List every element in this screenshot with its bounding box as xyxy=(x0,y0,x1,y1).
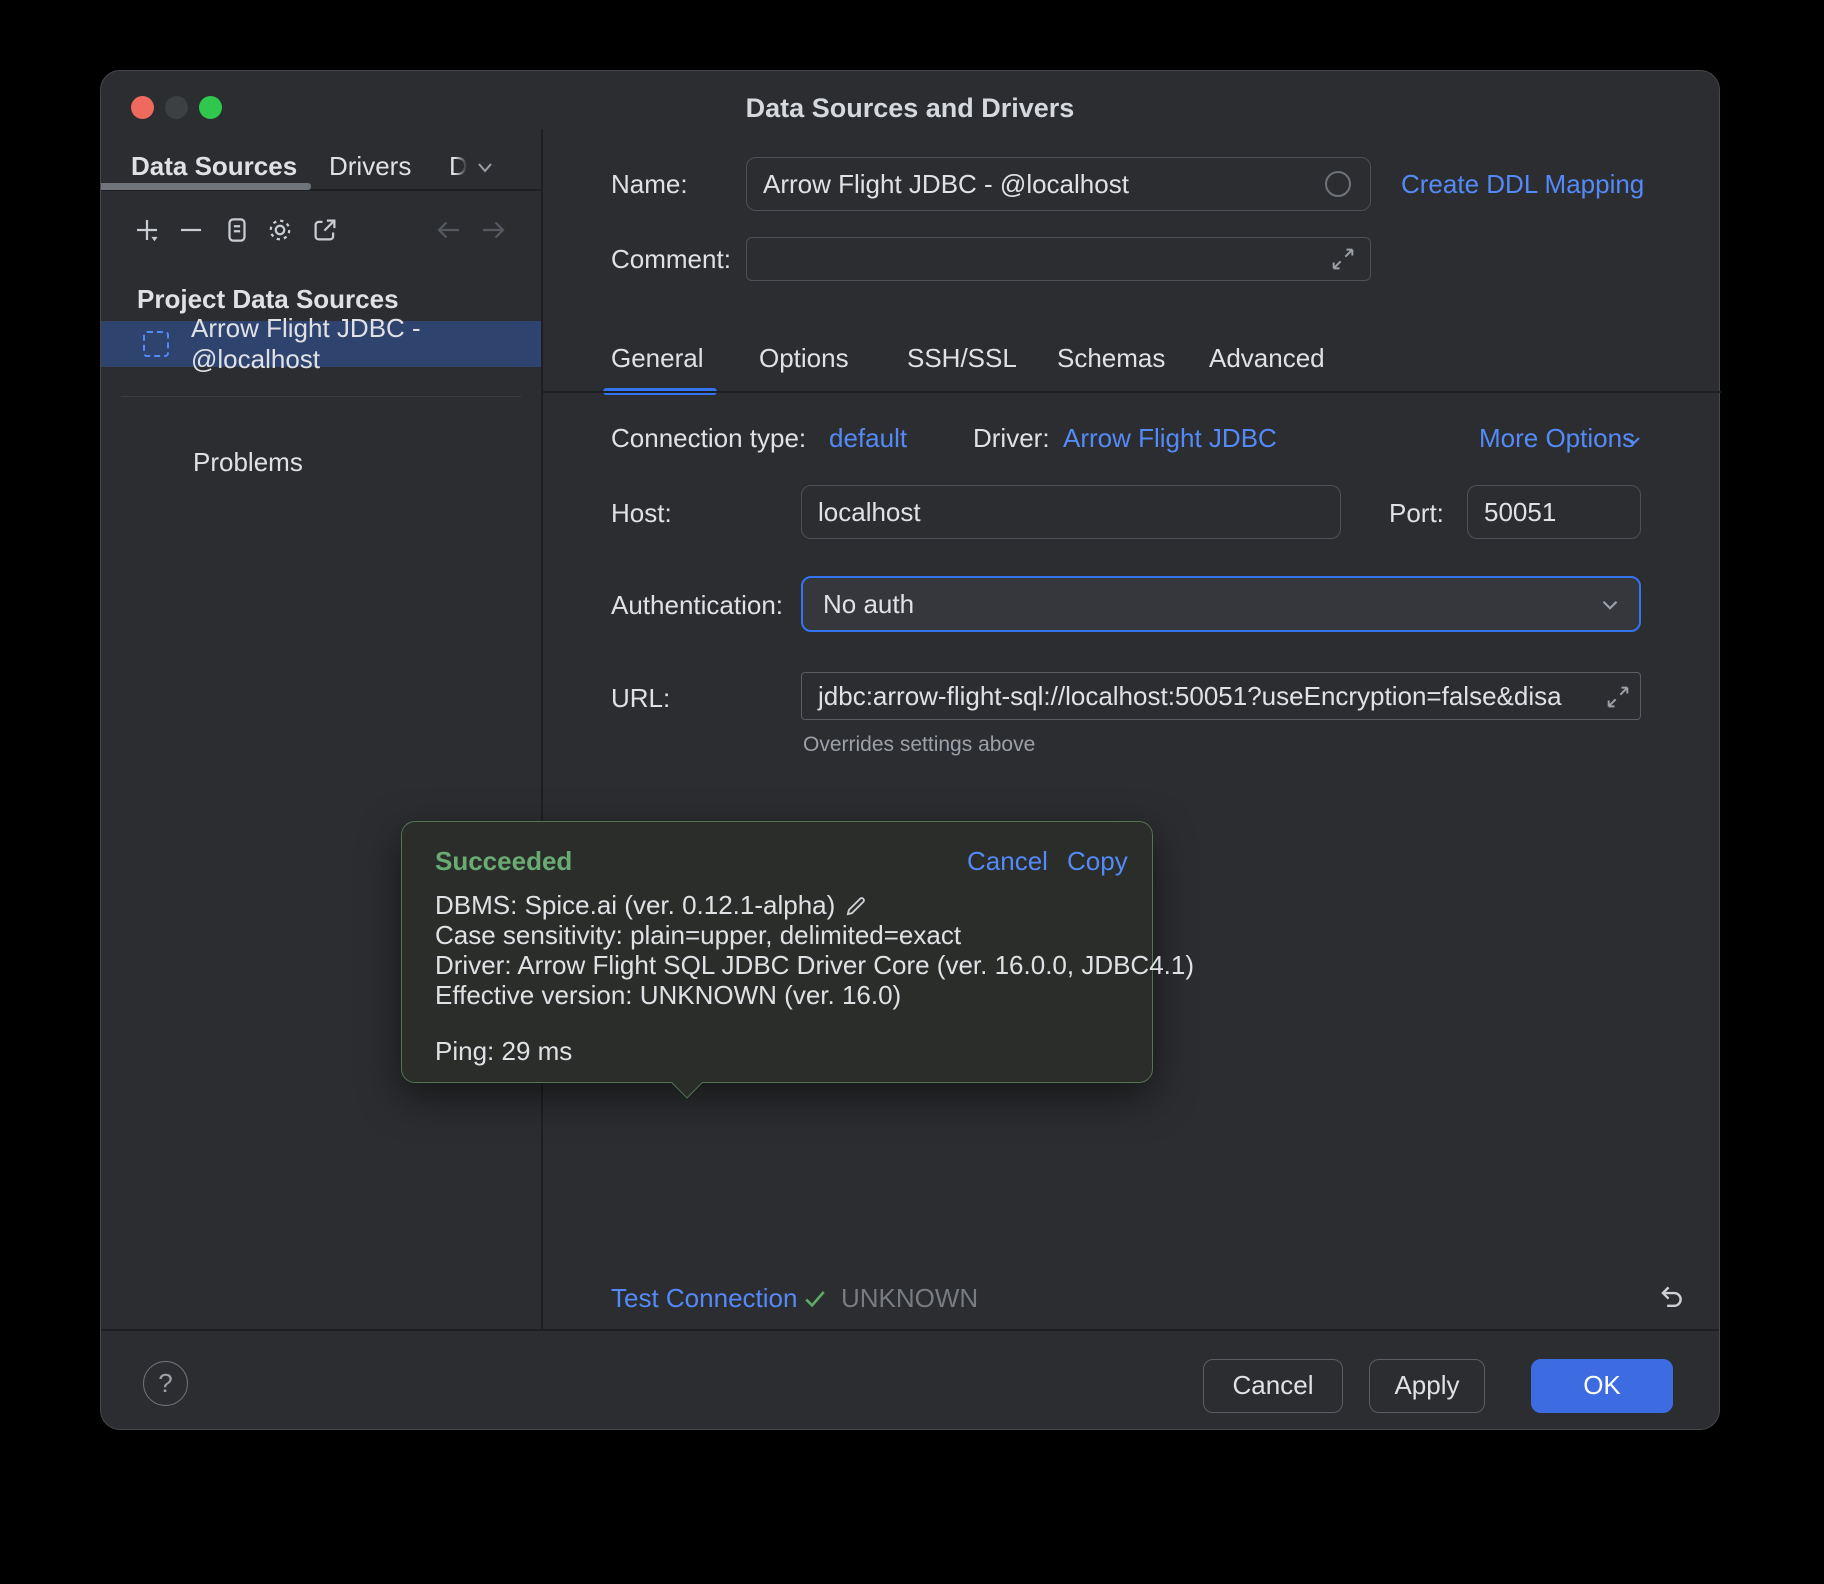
popup-cancel-link[interactable]: Cancel xyxy=(967,846,1048,877)
sidebar-section-divider xyxy=(121,396,521,397)
success-check-icon xyxy=(801,1285,829,1313)
tab-advanced[interactable]: Advanced xyxy=(1209,343,1325,374)
remove-icon[interactable] xyxy=(175,214,207,246)
tab-schemas[interactable]: Schemas xyxy=(1057,343,1165,374)
help-button[interactable]: ? xyxy=(143,1361,188,1406)
edit-pencil-icon[interactable] xyxy=(843,893,869,919)
project-data-sources-header: Project Data Sources xyxy=(137,284,399,315)
create-ddl-mapping-link[interactable]: Create DDL Mapping xyxy=(1401,169,1644,200)
comment-input[interactable] xyxy=(746,237,1371,281)
tabs-chevron-down-icon[interactable] xyxy=(473,155,497,179)
authentication-chevron-down-icon xyxy=(1597,592,1623,618)
url-expand-icon[interactable] xyxy=(1604,683,1632,711)
popup-status: Succeeded xyxy=(435,846,572,877)
footer-divider xyxy=(101,1329,1719,1331)
test-connection-popup: Succeeded Cancel Copy DBMS: Spice.ai (ve… xyxy=(401,821,1153,1083)
comment-expand-icon[interactable] xyxy=(1329,245,1357,273)
authentication-label: Authentication: xyxy=(611,590,783,621)
url-label: URL: xyxy=(611,683,670,714)
popup-ping-line: Ping: 29 ms xyxy=(435,1036,572,1067)
open-in-window-icon[interactable] xyxy=(309,214,341,246)
connection-type-label: Connection type: xyxy=(611,423,806,454)
ok-button[interactable]: OK xyxy=(1531,1359,1673,1413)
authentication-value: No auth xyxy=(823,589,914,620)
popup-notch xyxy=(671,1067,702,1098)
back-icon[interactable] xyxy=(433,214,465,246)
popup-driver-line: Driver: Arrow Flight SQL JDBC Driver Cor… xyxy=(435,950,1194,981)
dialog-window: Data Sources and Drivers Data Sources Dr… xyxy=(100,70,1720,1430)
tab-data-sources[interactable]: Data Sources xyxy=(131,151,297,182)
forward-icon[interactable] xyxy=(477,214,509,246)
popup-copy-link[interactable]: Copy xyxy=(1067,846,1128,877)
tab-general[interactable]: General xyxy=(611,343,704,374)
port-value: 50051 xyxy=(1484,497,1556,528)
port-input[interactable]: 50051 xyxy=(1467,485,1641,539)
help-question-mark: ? xyxy=(158,1368,172,1399)
host-value: localhost xyxy=(818,497,921,528)
name-value: Arrow Flight JDBC - @localhost xyxy=(763,169,1129,200)
popup-effective-line: Effective version: UNKNOWN (ver. 16.0) xyxy=(435,980,901,1011)
form-tabs: General Options SSH/SSL Schemas Advanced xyxy=(101,343,1721,391)
authentication-select[interactable]: No auth xyxy=(801,576,1641,632)
active-tab-indicator xyxy=(101,183,311,190)
host-input[interactable]: localhost xyxy=(801,485,1341,539)
test-status-text: UNKNOWN xyxy=(841,1283,978,1314)
name-progress-circle-icon xyxy=(1325,171,1351,197)
apply-button[interactable]: Apply xyxy=(1369,1359,1485,1413)
sidebar: Data Sources Drivers D Project Data Sour… xyxy=(101,129,541,1329)
add-icon[interactable] xyxy=(131,214,163,246)
tab-options[interactable]: Options xyxy=(759,343,849,374)
popup-dbms-line: DBMS: Spice.ai (ver. 0.12.1-alpha) xyxy=(435,890,835,921)
popup-case-line: Case sensitivity: plain=upper, delimited… xyxy=(435,920,961,951)
url-input[interactable]: jdbc:arrow-flight-sql://localhost:50051?… xyxy=(801,672,1641,720)
connection-type-value[interactable]: default xyxy=(829,423,907,454)
more-options-chevron-icon[interactable] xyxy=(1621,429,1645,453)
url-hint: Overrides settings above xyxy=(803,733,1035,757)
duplicate-icon[interactable] xyxy=(221,214,253,246)
settings-gear-icon[interactable] xyxy=(264,214,296,246)
driver-value-link[interactable]: Arrow Flight JDBC xyxy=(1063,423,1277,454)
tab-truncated[interactable]: D xyxy=(449,151,468,182)
test-connection-link[interactable]: Test Connection xyxy=(611,1283,797,1314)
sidebar-panel-divider xyxy=(541,129,543,1329)
problems-item[interactable]: Problems xyxy=(193,447,303,478)
port-label: Port: xyxy=(1389,498,1444,529)
tab-drivers[interactable]: Drivers xyxy=(329,151,411,182)
tab-ssh-ssl[interactable]: SSH/SSL xyxy=(907,343,1017,374)
host-label: Host: xyxy=(611,498,672,529)
name-label: Name: xyxy=(611,169,688,200)
name-input[interactable]: Arrow Flight JDBC - @localhost xyxy=(746,157,1371,211)
driver-label: Driver: xyxy=(973,423,1050,454)
comment-label: Comment: xyxy=(611,244,731,275)
more-options-link[interactable]: More Options xyxy=(1479,423,1635,454)
url-value: jdbc:arrow-flight-sql://localhost:50051?… xyxy=(818,681,1562,712)
tabs-divider xyxy=(541,391,1721,393)
rollback-icon[interactable] xyxy=(1653,1281,1687,1315)
dialog-title: Data Sources and Drivers xyxy=(101,93,1719,124)
cancel-button[interactable]: Cancel xyxy=(1203,1359,1343,1413)
